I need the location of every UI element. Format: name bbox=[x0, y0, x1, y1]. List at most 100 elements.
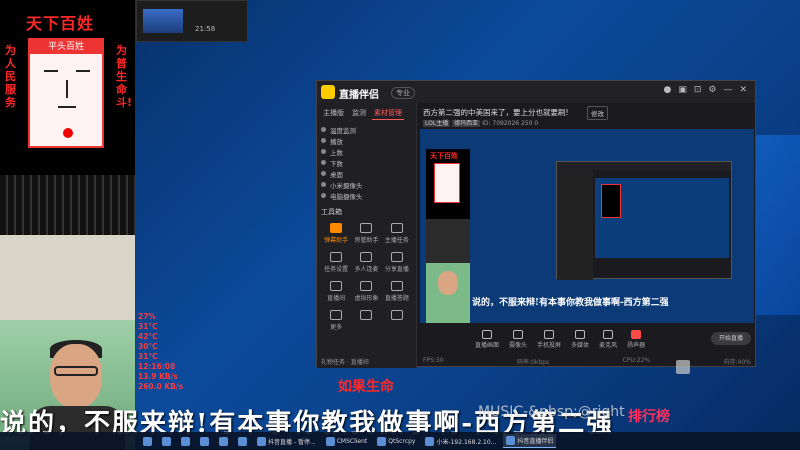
desktop-icon[interactable] bbox=[676, 360, 690, 374]
source-label: 上数 bbox=[330, 148, 343, 157]
system-stats-overlay: 27% 31°C 42°C 30°C 31°C 12:16:08 13.9 KB… bbox=[138, 312, 198, 392]
app-icon bbox=[162, 436, 171, 446]
like-count: 0 bbox=[534, 120, 539, 127]
control-phone-cast[interactable]: 手机投屏 bbox=[537, 329, 561, 349]
tool-icon bbox=[330, 223, 343, 233]
gift-icon[interactable]: ▣ bbox=[678, 85, 687, 95]
music-watermark: MUSIC-&nbsp;@right bbox=[478, 404, 625, 420]
tab-anchor[interactable]: 主播版 bbox=[321, 107, 346, 120]
life-overlay-label: 如果生命 bbox=[338, 379, 394, 395]
source-item[interactable]: 温度监测 bbox=[321, 124, 412, 135]
tool-label: 更多 bbox=[330, 324, 343, 331]
streaming-app-window[interactable]: 直播伴侣 专业 ● ▣ ⊡ ⚙ — ✕ 主播版 监测 素材管理 温度监测 播放 … bbox=[316, 80, 756, 368]
tool-item[interactable]: 分享直播 bbox=[382, 252, 412, 273]
taskbar: 抖音直播 - 暂停... CMSClient QtScrcpy 小米-192.1… bbox=[0, 432, 800, 450]
source-item[interactable]: 小米摄像头 bbox=[321, 179, 412, 190]
mini-waveform bbox=[143, 9, 183, 33]
tool-item[interactable]: 房管助手 bbox=[351, 223, 381, 244]
preview-canvas[interactable]: 天下百姓 说的，不服来辩!有本事你教我做事啊-西方第二强 bbox=[420, 129, 754, 323]
taskbar-item[interactable] bbox=[140, 434, 155, 448]
app-titlebar[interactable]: 直播伴侣 专业 ● ▣ ⊡ ⚙ — ✕ bbox=[317, 81, 755, 103]
eye-icon[interactable] bbox=[321, 138, 326, 143]
source-item[interactable]: 下数 bbox=[321, 157, 412, 168]
eye-icon[interactable] bbox=[321, 149, 326, 154]
source-item[interactable]: 电脑摄像头 bbox=[321, 190, 412, 201]
tool-item[interactable]: 多人连麦 bbox=[351, 252, 381, 273]
tool-item[interactable]: 虚拟形象 bbox=[351, 281, 381, 302]
taskbar-item[interactable] bbox=[159, 434, 174, 448]
start-live-button[interactable]: 开始直播 bbox=[711, 332, 751, 345]
taskbar-item[interactable] bbox=[197, 434, 212, 448]
tool-label: 分享直播 bbox=[384, 266, 409, 273]
preview-subtitle: 说的，不服来辩!有本事你教我做事啊-西方第二强 bbox=[472, 298, 669, 308]
mini-player-window[interactable]: 21:58 bbox=[136, 0, 248, 42]
close-icon[interactable]: ✕ bbox=[739, 85, 747, 95]
tool-item[interactable]: 任务设置 bbox=[321, 252, 351, 273]
poster-face: 平头百姓 bbox=[28, 38, 104, 148]
control-mic[interactable]: 麦克风 bbox=[599, 329, 617, 349]
taskbar-item[interactable] bbox=[235, 434, 250, 448]
tool-item[interactable]: 弹幕助手 bbox=[321, 223, 351, 244]
glasses bbox=[54, 366, 98, 376]
taskbar-item[interactable]: 小米-192.168.2.10... bbox=[422, 434, 499, 448]
taskbar-item[interactable] bbox=[216, 434, 231, 448]
tool-item[interactable] bbox=[382, 310, 412, 331]
camera-icon bbox=[513, 329, 524, 339]
tool-label: 弹幕助手 bbox=[324, 237, 349, 244]
source-label: 播放 bbox=[330, 137, 343, 146]
room-edit-button[interactable]: 修改 bbox=[587, 106, 608, 120]
eye-icon[interactable] bbox=[321, 127, 326, 132]
tool-icon bbox=[390, 310, 403, 320]
tool-item[interactable]: 更多 bbox=[321, 310, 351, 331]
stat-line: 260.0 KB/s bbox=[138, 382, 184, 391]
tools-grid: 弹幕助手 房管助手 主播任务 任务设置 多人连麦 分享直播 直播间 虚拟形象 直… bbox=[317, 221, 416, 333]
eye-icon[interactable] bbox=[321, 160, 326, 165]
tool-item[interactable]: 直播答题 bbox=[382, 281, 412, 302]
app-icon bbox=[238, 436, 247, 446]
poster-right-slogan: 为普生命斗! bbox=[116, 44, 133, 109]
tool-label: 虚拟形象 bbox=[354, 295, 379, 302]
settings-icon[interactable]: ⚙ bbox=[708, 85, 716, 95]
tab-monitor[interactable]: 监测 bbox=[350, 107, 368, 120]
taskbar-item[interactable]: CMSClient bbox=[323, 434, 371, 448]
tool-label: 房管助手 bbox=[354, 237, 379, 244]
avatar-icon[interactable]: ● bbox=[663, 85, 671, 95]
poster-title: 天下百姓 bbox=[26, 14, 95, 33]
source-item[interactable]: 桌面 bbox=[321, 168, 412, 179]
control-camera[interactable]: 摄像头 bbox=[509, 329, 527, 349]
control-label: 扬声器 bbox=[627, 341, 646, 349]
eye-icon[interactable] bbox=[321, 193, 326, 198]
eye-icon[interactable] bbox=[321, 171, 326, 176]
keyboard-camera-view bbox=[0, 175, 135, 325]
taskbar-item[interactable] bbox=[178, 434, 193, 448]
lock-icon[interactable]: ⊡ bbox=[694, 85, 702, 95]
titlebar-icons: ● ▣ ⊡ ⚙ — ✕ bbox=[663, 85, 747, 95]
preview-webcam bbox=[426, 263, 470, 323]
preview-keyboard bbox=[426, 219, 470, 263]
minimize-icon[interactable]: — bbox=[723, 85, 732, 95]
taskbar-item[interactable]: 抖音直播 - 暂停... bbox=[254, 434, 319, 448]
app-badge[interactable]: 专业 bbox=[391, 87, 415, 99]
app-icon bbox=[377, 436, 387, 446]
room-meta: LOL主播 德玛西亚 ID: 7092026 250 0 bbox=[423, 118, 538, 127]
taskbar-item-active[interactable]: 抖音直播伴侣 bbox=[503, 434, 557, 448]
tool-icon bbox=[330, 310, 343, 320]
source-item[interactable]: 上数 bbox=[321, 146, 412, 157]
control-speaker[interactable]: 扬声器 bbox=[627, 329, 646, 349]
tool-item[interactable]: 主播任务 bbox=[382, 223, 412, 244]
tool-icon bbox=[390, 252, 403, 262]
control-live-screen[interactable]: 直播画面 bbox=[475, 329, 499, 349]
eye-icon[interactable] bbox=[321, 182, 326, 187]
taskbar-item[interactable]: QtScrcpy bbox=[374, 434, 418, 448]
tool-icon bbox=[360, 252, 373, 262]
tool-item[interactable]: 直播间 bbox=[321, 281, 351, 302]
source-item[interactable]: 播放 bbox=[321, 135, 412, 146]
control-media[interactable]: 多媒体 bbox=[571, 329, 589, 349]
preview-poster-face bbox=[434, 163, 460, 203]
poster-overlay: 天下百姓 为人民服务 为普生命斗! 平头百姓 bbox=[0, 0, 135, 175]
tab-assets[interactable]: 素材管理 bbox=[372, 107, 404, 120]
microphone-icon bbox=[603, 329, 614, 339]
tool-icon bbox=[360, 223, 373, 233]
tool-item[interactable] bbox=[351, 310, 381, 331]
taskbar-label: 小米-192.168.2.10... bbox=[436, 438, 497, 446]
